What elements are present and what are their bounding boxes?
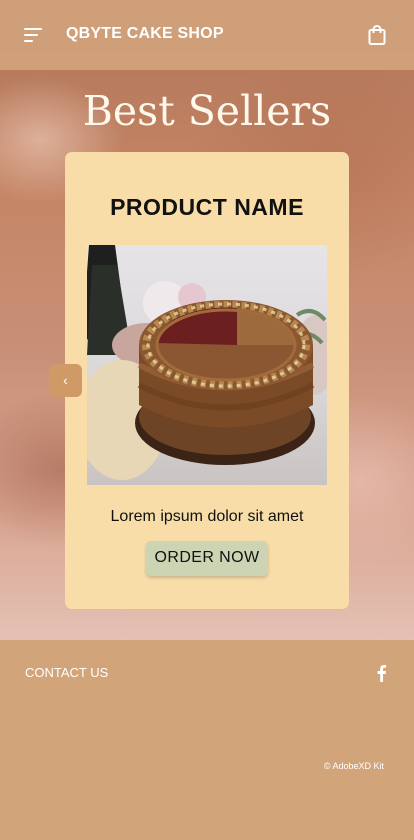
order-now-button[interactable]: ORDER NOW (146, 541, 268, 576)
copyright-text: © AdobeXD Kit (323, 761, 384, 771)
chevron-left-icon: ‹ (63, 372, 68, 388)
shop-brand-name[interactable]: QBYTE CAKE SHOP (66, 25, 224, 43)
page-title: Best Sellers (82, 87, 332, 135)
footer: CONTACT US © AdobeXD Kit (0, 640, 414, 840)
shopping-bag-icon[interactable] (368, 25, 386, 45)
carousel-prev-button[interactable]: ‹ (49, 364, 82, 397)
product-name: PRODUCT NAME (110, 194, 304, 220)
product-image (87, 245, 327, 485)
product-description: Lorem ipsum dolor sit amet (110, 508, 304, 525)
facebook-icon[interactable] (375, 664, 387, 682)
contact-us-link[interactable]: CONTACT US (25, 665, 108, 680)
product-card: PRODUCT NAME Lorem ipsum dolor sit amet … (65, 152, 349, 609)
hamburger-menu-icon[interactable] (24, 27, 44, 43)
top-navigation-bar: QBYTE CAKE SHOP (0, 0, 414, 70)
